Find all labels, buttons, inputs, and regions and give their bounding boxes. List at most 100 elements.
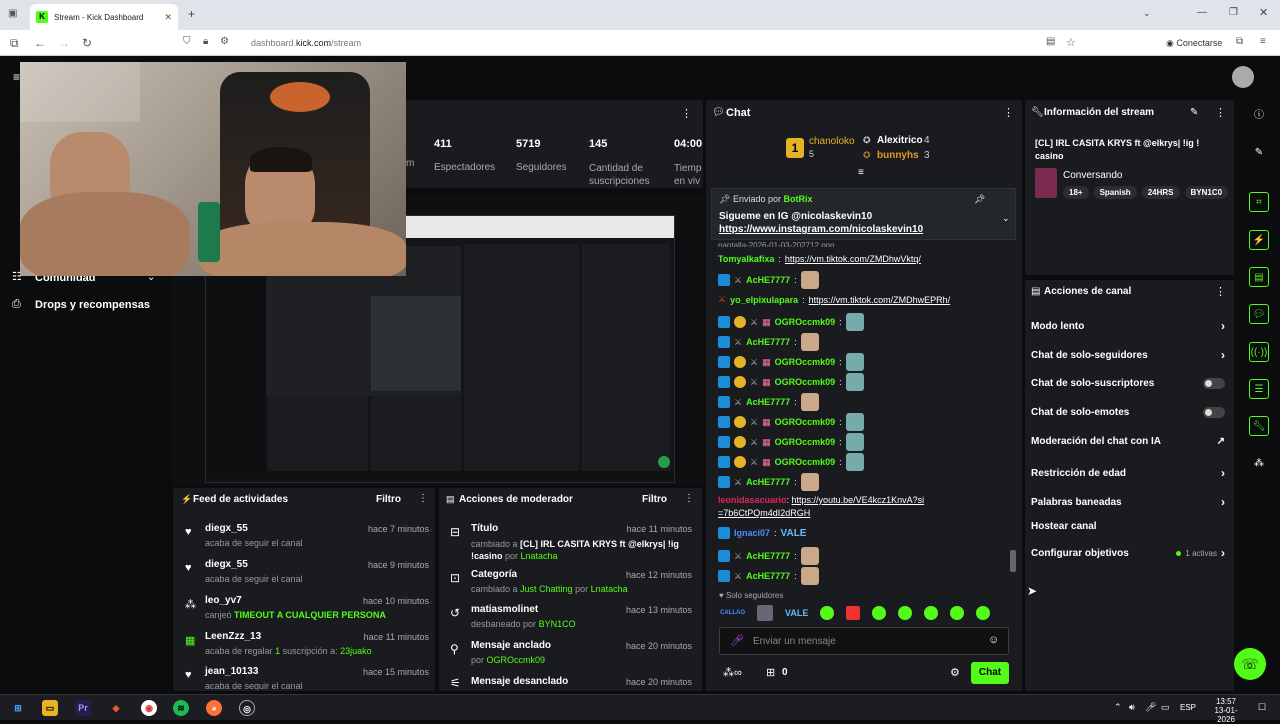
gift-icon[interactable]: ⊞: [766, 666, 775, 679]
forward-icon[interactable]: →: [58, 36, 70, 50]
bookmark-star-icon[interactable]: ☆: [1066, 36, 1076, 49]
emote-kick-icon[interactable]: [820, 606, 835, 620]
document-icon[interactable]: ▤: [1249, 267, 1269, 287]
back-icon[interactable]: ←: [34, 36, 46, 50]
edit-icon[interactable]: ✎: [1190, 107, 1198, 118]
chat-menu-icon[interactable]: ⋮: [1003, 106, 1014, 119]
network-icon[interactable]: ▭: [1161, 702, 1170, 713]
action-banned-words[interactable]: Palabras baneadas ›: [1031, 495, 1225, 509]
language-indicator[interactable]: ESP: [1180, 703, 1196, 712]
chat-username[interactable]: OGROccmk09: [775, 437, 836, 447]
spotify-icon[interactable]: ≋: [173, 700, 189, 716]
leader-name[interactable]: Alexitrico: [877, 135, 923, 146]
pinned-sender[interactable]: BotRix: [784, 194, 813, 204]
tag[interactable]: 18+: [1063, 186, 1089, 199]
reload-icon[interactable]: ↻: [82, 36, 92, 50]
chat-username[interactable]: AcHE7777: [746, 477, 790, 487]
chat-username[interactable]: OGROccmk09: [775, 317, 836, 327]
info-icon[interactable]: ⓘ: [1249, 106, 1269, 126]
tab-overview-icon[interactable]: ▣: [8, 8, 17, 19]
chat-username[interactable]: AcHE7777: [746, 397, 790, 407]
browser-tab[interactable]: K Stream - Kick Dashboard ✕: [30, 4, 178, 30]
chat-username[interactable]: Ignaci07: [734, 528, 770, 538]
feed-user[interactable]: diegx_55: [205, 559, 248, 570]
feed-user[interactable]: leo_yv7: [205, 595, 242, 606]
bolt-icon[interactable]: ⚡: [1249, 230, 1269, 250]
drops-label[interactable]: Drops y recompensas: [35, 299, 150, 311]
emote-red-icon[interactable]: [846, 606, 861, 620]
subs-only-toggle[interactable]: [1203, 378, 1225, 389]
firefox-icon[interactable]: ◕: [206, 700, 222, 716]
close-tab-icon[interactable]: ✕: [164, 12, 172, 23]
reader-icon[interactable]: ▤: [1046, 36, 1055, 47]
new-tab-icon[interactable]: +: [188, 7, 195, 21]
channel-actions-menu-icon[interactable]: ⋮: [1215, 285, 1226, 298]
emote-kick-icon[interactable]: [898, 606, 913, 620]
start-icon[interactable]: ⊞: [10, 700, 26, 716]
chat-username[interactable]: OGROccmk09: [775, 457, 836, 467]
broadcast-icon[interactable]: ((·)): [1249, 342, 1269, 362]
chat-input[interactable]: 🎤︎ Enviar un mensaje ☺: [719, 627, 1009, 655]
community-icon[interactable]: ⁂: [1249, 454, 1269, 474]
volume-icon[interactable]: 🔊︎: [1129, 702, 1135, 713]
chat-username[interactable]: AcHE7777: [746, 275, 790, 285]
extensions-icon[interactable]: ⧉: [1236, 36, 1243, 47]
stream-category[interactable]: Conversando: [1063, 170, 1122, 181]
mic-icon[interactable]: 🎤︎: [730, 634, 744, 647]
list-icon[interactable]: ☰: [1249, 379, 1269, 399]
chat-username[interactable]: Tomyalkafixa: [718, 254, 774, 264]
expand-leaderboard-icon[interactable]: ≡: [858, 167, 864, 178]
feed-user[interactable]: diegx_55: [205, 523, 248, 534]
avatar[interactable]: [1232, 66, 1254, 88]
emote-kick-icon[interactable]: [924, 606, 939, 620]
stats-menu-icon[interactable]: ⋮: [681, 107, 692, 120]
mod-menu-icon[interactable]: ⋮: [684, 493, 694, 504]
action-goals[interactable]: Configurar objetivos 1 activas ›: [1031, 546, 1225, 560]
chat-username[interactable]: yo_elpixulapara: [730, 295, 798, 305]
send-chat-button[interactable]: Chat: [971, 662, 1009, 684]
stream-info-menu-icon[interactable]: ⋮: [1215, 106, 1226, 119]
action-followers-only[interactable]: Chat de solo-seguidores ›: [1031, 348, 1225, 362]
chat-username[interactable]: OGROccmk09: [775, 377, 836, 387]
tag[interactable]: Spanish: [1093, 186, 1137, 199]
mod-filter-button[interactable]: Filtro: [642, 494, 667, 505]
chat-settings-icon[interactable]: ⚙: [950, 666, 960, 679]
feed-menu-icon[interactable]: ⋮: [418, 493, 428, 504]
emotes-only-toggle[interactable]: [1203, 407, 1225, 418]
premiere-icon[interactable]: Pr: [75, 700, 91, 716]
minimize-icon[interactable]: —: [1197, 7, 1207, 18]
chevron-down-icon[interactable]: ⌄: [1002, 213, 1010, 224]
chat-text[interactable]: https://vm.tiktok.com/ZMDhwEPRh/: [809, 295, 951, 305]
menu-icon[interactable]: ≡: [1260, 36, 1266, 47]
hamburger-icon[interactable]: ≡: [13, 70, 20, 84]
chat-username[interactable]: OGROccmk09: [775, 357, 836, 367]
pinned-message[interactable]: 📌︎ Enviado por BotRix 📌︎ Sigueme en IG @…: [711, 188, 1016, 240]
leader-name[interactable]: bunnyhs: [877, 150, 919, 161]
tab-list-icon[interactable]: ⌄: [1143, 8, 1151, 19]
chat-username[interactable]: OGROccmk09: [775, 417, 836, 427]
connect-button[interactable]: ◉ Conectarse: [1166, 38, 1222, 49]
action-ai-moderation[interactable]: Moderación del chat con IA ↗: [1031, 436, 1225, 447]
wrench-icon[interactable]: 🔧︎: [1249, 416, 1269, 436]
emoji-icon[interactable]: ☺: [988, 634, 999, 646]
support-icon[interactable]: ☏: [1234, 648, 1266, 680]
chat-username[interactable]: AcHE7777: [746, 337, 790, 347]
brave-icon[interactable]: ◈: [108, 700, 124, 716]
emote-kick-icon[interactable]: [872, 606, 887, 620]
shield-icon[interactable]: ⛉: [183, 36, 191, 47]
close-window-icon[interactable]: ✕: [1259, 6, 1268, 19]
feed-user[interactable]: LeenZzz_13: [205, 631, 261, 642]
chat-text[interactable]: https://vm.tiktok.com/ZMDhwVktq/: [785, 254, 921, 264]
tray-chevron-icon[interactable]: ⌃: [1114, 702, 1122, 713]
permissions-icon[interactable]: ⚙: [220, 36, 229, 47]
chat-icon[interactable]: 💬︎: [1249, 304, 1269, 324]
url-field[interactable]: dashboard.kick.com/stream: [251, 38, 361, 48]
tag[interactable]: 24HRS: [1141, 186, 1180, 199]
leader-name[interactable]: chanoloko: [809, 136, 855, 147]
action-age-restriction[interactable]: Restricción de edad ›: [1031, 466, 1225, 480]
tag[interactable]: BYN1C0: [1184, 186, 1229, 199]
obs-icon[interactable]: ◎: [239, 700, 255, 716]
chat-username[interactable]: AcHE7777: [746, 571, 790, 581]
emote-kick-icon[interactable]: [950, 606, 965, 620]
notifications-icon[interactable]: ☐: [1258, 702, 1266, 713]
